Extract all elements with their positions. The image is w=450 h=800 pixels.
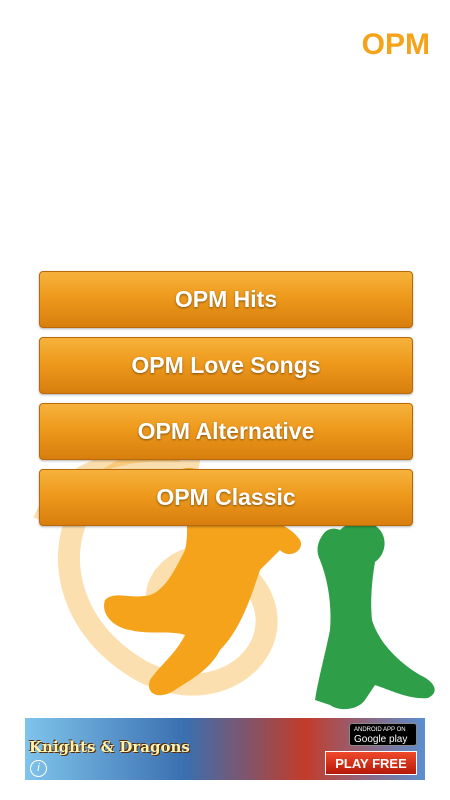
ad-game-logo: Knights & Dragons xyxy=(29,738,190,756)
category-menu: OPM Hits OPM Love Songs OPM Alternative … xyxy=(39,271,413,535)
opm-alternative-button[interactable]: OPM Alternative xyxy=(39,403,413,460)
play-free-button[interactable]: PLAY FREE xyxy=(325,751,417,775)
google-play-badge-caption: ANDROID APP ON xyxy=(354,727,406,733)
opm-love-songs-button[interactable]: OPM Love Songs xyxy=(39,337,413,394)
opm-classic-button[interactable]: OPM Classic xyxy=(39,469,413,526)
page-title: OPM xyxy=(361,28,430,61)
info-icon[interactable]: i xyxy=(30,760,47,777)
google-play-badge[interactable]: ANDROID APP ON Google play xyxy=(349,723,417,746)
ad-banner[interactable]: Knights & Dragons i ANDROID APP ON Googl… xyxy=(25,718,425,780)
opm-hits-button[interactable]: OPM Hits xyxy=(39,271,413,328)
google-play-badge-label: Google play xyxy=(354,734,408,745)
green-dancer-silhouette xyxy=(315,521,435,710)
